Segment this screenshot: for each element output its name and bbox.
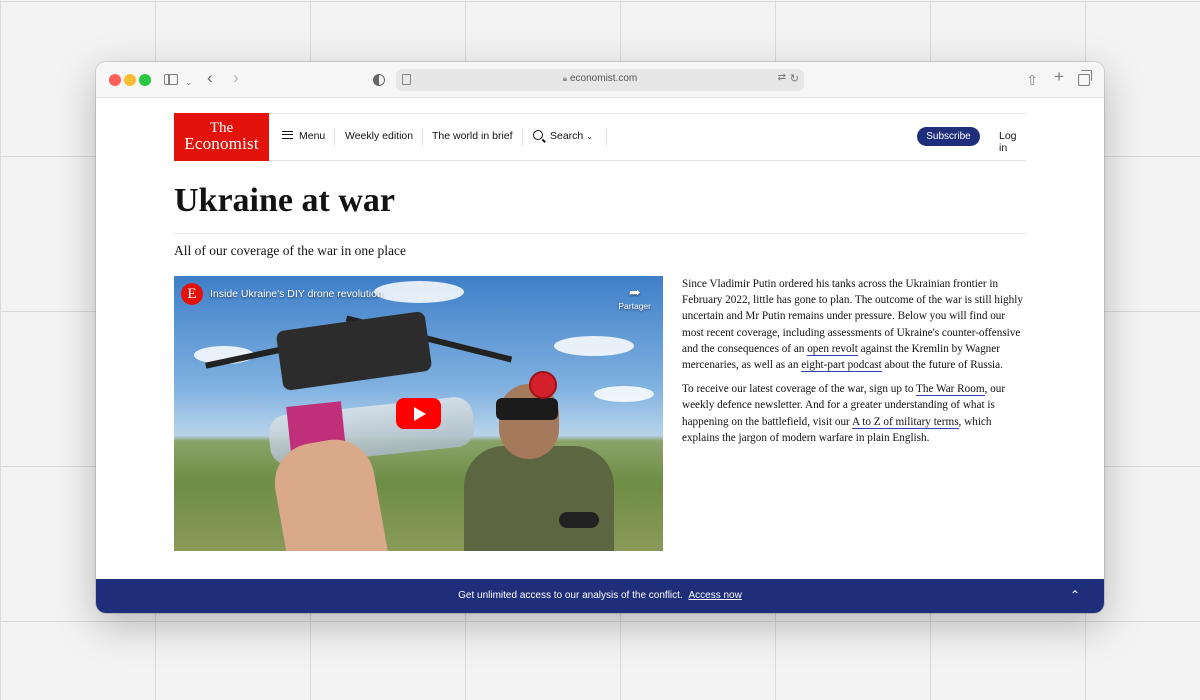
- cloud: [594, 386, 654, 402]
- podcast-link[interactable]: eight-part podcast: [801, 359, 882, 373]
- war-room-link[interactable]: The War Room: [916, 383, 985, 397]
- cloud: [554, 336, 634, 356]
- military-terms-link[interactable]: A to Z of military terms: [851, 415, 959, 429]
- nav-divider: [606, 128, 607, 146]
- new-tab-icon[interactable]: +: [1054, 68, 1064, 86]
- share-arrow-icon: ➦: [628, 284, 641, 300]
- promo-banner: Get unlimited access to our analysis of …: [96, 579, 1104, 613]
- video-share-button[interactable]: ➦ Partager: [618, 284, 651, 311]
- weekly-edition-link[interactable]: Weekly edition: [345, 130, 413, 142]
- share-icon[interactable]: ⇧: [1026, 71, 1038, 89]
- back-arrow-icon[interactable]: ‹: [207, 69, 213, 87]
- page-title: Ukraine at war: [174, 182, 395, 219]
- web-page: The Economist Menu Weekly edition The wo…: [96, 98, 1104, 613]
- login-link[interactable]: Log in: [999, 130, 1026, 154]
- text-span: about the future of Russia.: [881, 359, 1003, 372]
- browser-window: ⌄ ‹ › 🔒︎ economist.com ⇄ ↻ ⇧ + The Econom…: [96, 62, 1104, 613]
- menu-button[interactable]: Menu: [282, 130, 325, 142]
- nav-divider: [334, 128, 335, 146]
- site-header: The Economist Menu Weekly edition The wo…: [174, 113, 1026, 161]
- subscribe-button[interactable]: Subscribe: [917, 127, 980, 146]
- chevron-down-icon[interactable]: ⌄: [185, 73, 193, 91]
- controller-image: [559, 512, 599, 528]
- promo-text: Get unlimited access to our analysis of …: [458, 590, 683, 601]
- url-label: economist.com: [570, 73, 638, 84]
- minimize-window-button[interactable]: [124, 74, 136, 86]
- nav-divider: [522, 128, 523, 146]
- browser-toolbar: ⌄ ‹ › 🔒︎ economist.com ⇄ ↻ ⇧ +: [96, 62, 1104, 98]
- sidebar-icon[interactable]: [164, 74, 178, 85]
- fpv-goggles-image: [496, 398, 558, 420]
- menu-label: Menu: [299, 130, 326, 142]
- close-window-button[interactable]: [109, 74, 121, 86]
- chevron-up-icon[interactable]: ⌃: [1070, 579, 1080, 612]
- open-revolt-link[interactable]: open revolt: [807, 342, 858, 356]
- tab-overview-icon[interactable]: [1078, 70, 1092, 86]
- privacy-shield-icon[interactable]: [373, 74, 385, 86]
- title-divider: [174, 233, 1026, 234]
- channel-logo[interactable]: E: [181, 283, 203, 305]
- soldier-image: [464, 446, 614, 551]
- translate-icon[interactable]: ⇄: [778, 72, 786, 83]
- search-icon: [533, 130, 543, 140]
- search-button[interactable]: Search ⌄: [533, 130, 593, 142]
- newsletter-paragraph: To receive our latest coverage of the wa…: [682, 381, 1027, 446]
- text-span: To receive our latest coverage of the wa…: [682, 383, 917, 396]
- logo-line2: Economist: [184, 134, 259, 153]
- world-in-brief-link[interactable]: The world in brief: [432, 130, 513, 142]
- url-text: 🔒︎ economist.com: [396, 73, 804, 84]
- share-label: Partager: [618, 301, 651, 311]
- chevron-down-icon: ⌄: [586, 132, 593, 141]
- nav-divider: [422, 128, 423, 146]
- video-player[interactable]: E Inside Ukraine's DIY drone revolution …: [174, 276, 663, 551]
- lock-icon: 🔒︎: [562, 74, 567, 83]
- search-label: Search: [550, 130, 584, 142]
- reload-icon[interactable]: ↻: [790, 72, 799, 85]
- cloud: [374, 281, 464, 303]
- hamburger-icon: [282, 131, 293, 139]
- access-now-link[interactable]: Access now: [688, 590, 741, 601]
- antenna-disc-image: [529, 371, 557, 399]
- play-button[interactable]: [396, 398, 441, 429]
- page-subtitle: All of our coverage of the war in one pl…: [174, 243, 407, 258]
- drone-image: [275, 310, 433, 392]
- address-bar[interactable]: 🔒︎ economist.com ⇄ ↻: [396, 69, 804, 91]
- forward-arrow-icon[interactable]: ›: [233, 69, 239, 87]
- zoom-window-button[interactable]: [139, 74, 151, 86]
- intro-paragraph: Since Vladimir Putin ordered his tanks a…: [682, 276, 1027, 373]
- economist-logo[interactable]: The Economist: [174, 113, 269, 161]
- article-body: Since Vladimir Putin ordered his tanks a…: [682, 276, 1027, 454]
- video-title[interactable]: Inside Ukraine's DIY drone revolution: [210, 288, 383, 300]
